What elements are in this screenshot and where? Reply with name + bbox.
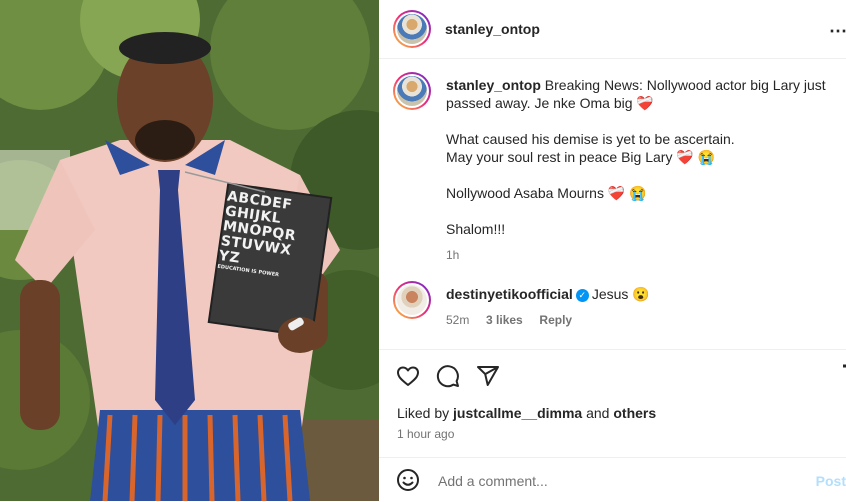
post-image[interactable]: ABCDEF GHIJKL MNOPQR STUVWX YZ EDUCATION… xyxy=(0,0,379,501)
likes-others-link[interactable]: others xyxy=(613,405,656,421)
comment-age[interactable]: 52m xyxy=(446,313,469,327)
eye-chart: ABCDEF GHIJKL MNOPQR STUVWX YZ EDUCATION… xyxy=(217,188,327,284)
post-timestamp: 1 hour ago xyxy=(397,427,455,441)
likes-summary: Liked by justcallme__dimma and others xyxy=(397,405,656,421)
post-header: stanley_ontop ⋯ xyxy=(379,0,846,59)
post-panel: stanley_ontop ⋯ stanley_ontop Breaking N… xyxy=(379,0,846,501)
avatar-image xyxy=(397,14,427,44)
avatar-image xyxy=(397,285,427,315)
save-bookmark-icon[interactable] xyxy=(841,364,846,388)
post-photo-illustration xyxy=(0,0,379,501)
caption-username[interactable]: stanley_ontop xyxy=(446,77,541,93)
commenter-avatar[interactable] xyxy=(393,281,431,319)
comment-icon[interactable] xyxy=(436,364,460,388)
comment-input[interactable] xyxy=(436,469,820,493)
avatar-image xyxy=(397,76,427,106)
broken-heart-emoji: ❤️‍🩹 xyxy=(676,149,694,165)
share-icon[interactable] xyxy=(476,364,500,388)
heart-icon[interactable] xyxy=(396,364,420,388)
crying-emoji: 😭 xyxy=(629,185,647,201)
more-horizontal-icon[interactable]: ⋯ xyxy=(829,21,846,42)
divider xyxy=(379,349,846,350)
comment-item: destinyetikoofficial ✓ Jesus 😮 52m 3 likes… xyxy=(446,285,836,329)
add-comment-bar: Post xyxy=(379,457,846,502)
likes-prefix: Liked by xyxy=(397,405,450,421)
caption-avatar[interactable] xyxy=(393,72,431,110)
comment-username[interactable]: destinyetikoofficial xyxy=(446,286,573,302)
caption-text: May your soul rest in peace Big Lary xyxy=(446,149,673,165)
emoji-icon[interactable] xyxy=(396,468,420,492)
likes-joiner: and xyxy=(586,405,610,421)
comment-reply-button[interactable]: Reply xyxy=(539,313,572,327)
caption-age[interactable]: 1h xyxy=(446,246,831,264)
author-username[interactable]: stanley_ontop xyxy=(445,21,540,37)
caption-text: What caused his demise is yet to be asce… xyxy=(446,131,735,147)
caption-text: Nollywood Asaba Mourns xyxy=(446,185,604,201)
author-avatar[interactable] xyxy=(393,10,431,48)
post-comment-button[interactable]: Post xyxy=(816,473,846,489)
caption-text: Shalom!!! xyxy=(446,221,506,237)
comment-likes[interactable]: 3 likes xyxy=(486,313,523,327)
broken-heart-emoji: ❤️‍🩹 xyxy=(607,185,626,201)
comment-text: Jesus xyxy=(591,286,629,302)
post-caption: stanley_ontop Breaking News: Nollywood a… xyxy=(446,76,831,264)
verified-badge-icon: ✓ xyxy=(575,288,589,302)
broken-heart-emoji: ❤️‍🩹 xyxy=(636,95,654,111)
liked-by-username[interactable]: justcallme__dimma xyxy=(453,405,582,421)
crying-emoji: 😭 xyxy=(697,149,716,165)
astonished-emoji: 😮 xyxy=(632,286,650,302)
